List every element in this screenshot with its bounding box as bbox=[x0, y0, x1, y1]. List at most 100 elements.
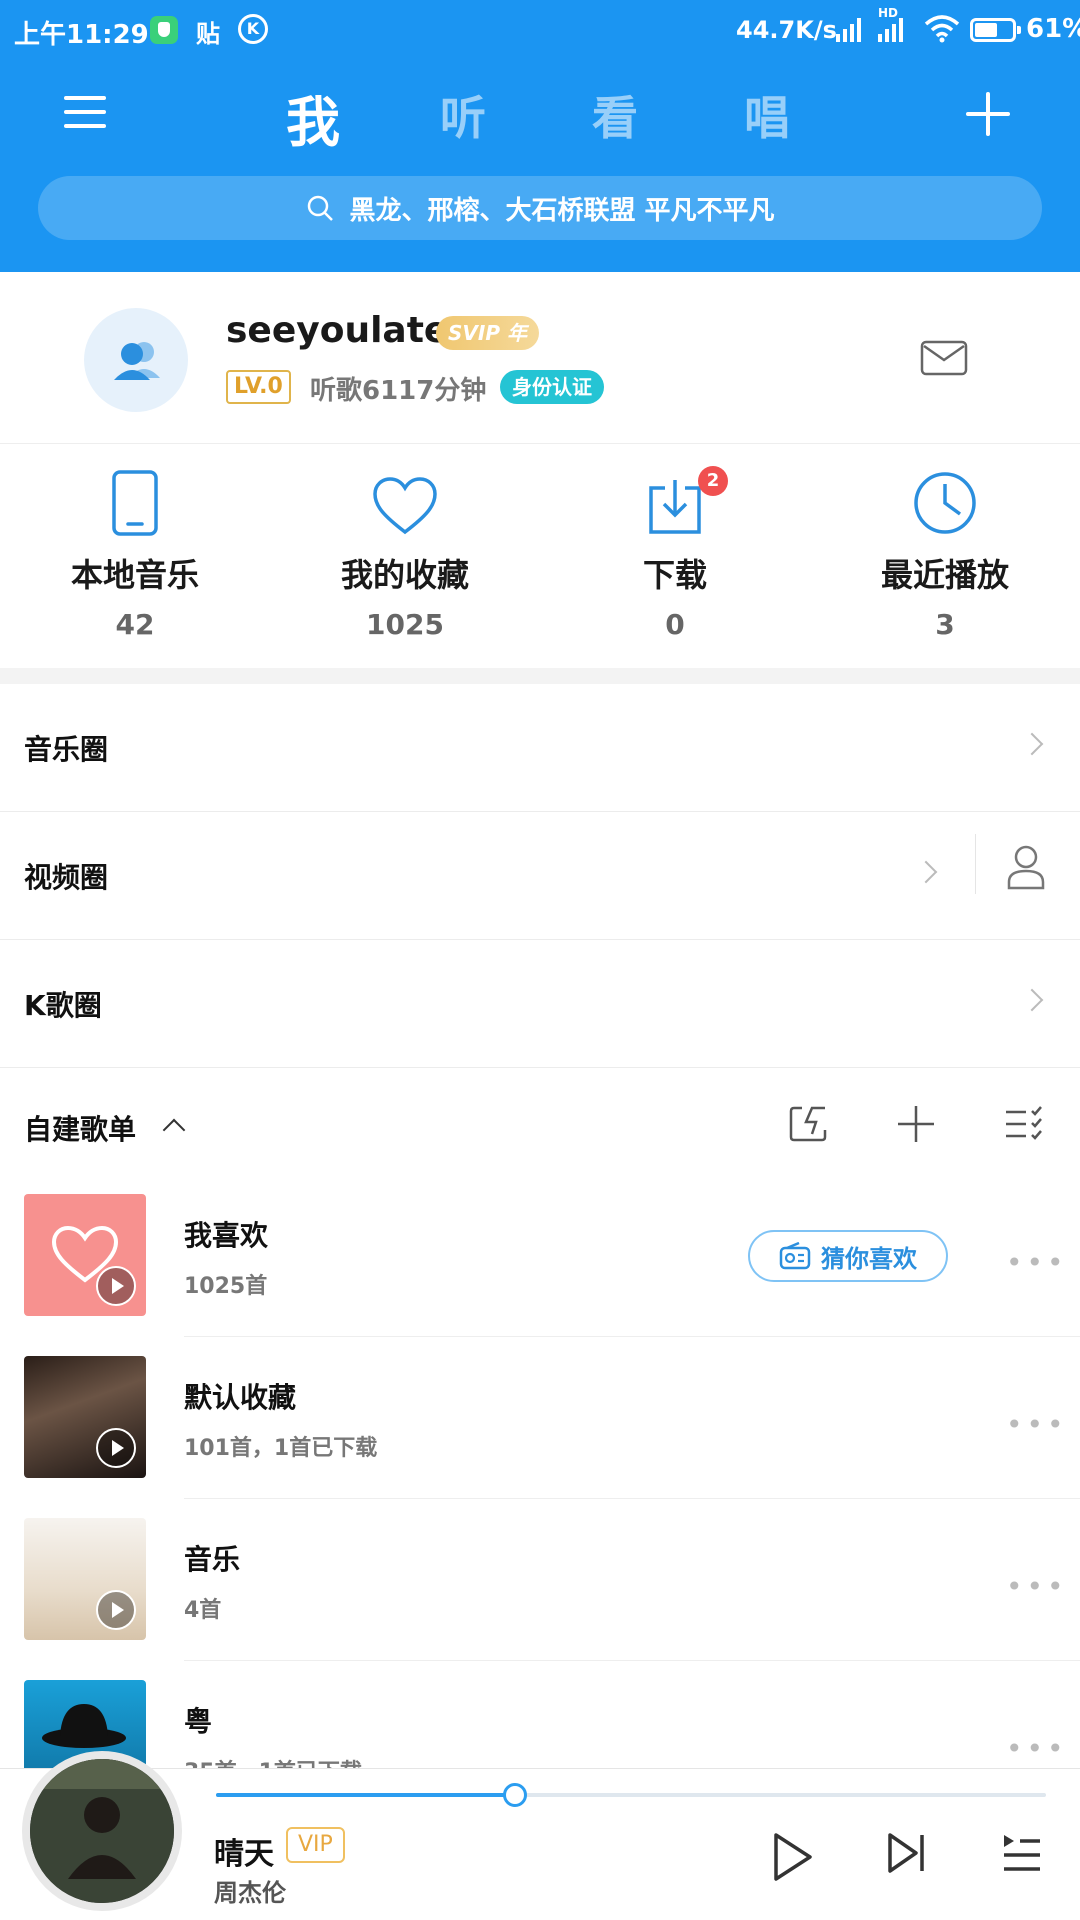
row-divider bbox=[184, 1336, 1080, 1337]
profile-card: seeyoulater SVIP 年 LV.0 听歌6117分钟 身份认证 本地… bbox=[0, 272, 1080, 668]
section-divider bbox=[0, 668, 1080, 684]
playlist-count: 1025首 bbox=[184, 1274, 268, 1299]
search-placeholder: 黑龙、邢榕、大石桥联盟 平凡不平凡 bbox=[349, 195, 775, 226]
chevron-right-icon bbox=[1020, 732, 1044, 756]
playlist-queue-icon[interactable] bbox=[1000, 1831, 1044, 1875]
person-icon[interactable] bbox=[1006, 844, 1046, 890]
add-icon[interactable] bbox=[966, 92, 1010, 136]
play-icon[interactable] bbox=[96, 1266, 136, 1306]
song-title: 晴天 bbox=[214, 1837, 274, 1872]
artist-name: 周杰伦 bbox=[214, 1879, 286, 1907]
stat-downloads[interactable]: 2 下载 0 bbox=[540, 456, 810, 641]
phone-icon bbox=[112, 470, 158, 536]
album-disc[interactable] bbox=[22, 1751, 182, 1911]
playlist-cover[interactable] bbox=[24, 1194, 146, 1316]
stat-label: 最近播放 bbox=[880, 556, 1009, 594]
mail-icon[interactable] bbox=[920, 338, 968, 378]
play-icon[interactable] bbox=[96, 1590, 136, 1630]
video-circle-row[interactable]: 视频圈 bbox=[0, 812, 1080, 940]
row-divider bbox=[184, 1498, 1080, 1499]
stat-count: 0 bbox=[665, 608, 685, 641]
stat-count: 3 bbox=[935, 608, 955, 641]
stat-count: 1025 bbox=[366, 608, 444, 641]
stat-label: 本地音乐 bbox=[70, 556, 199, 594]
status-time: 上午11:29 bbox=[14, 20, 149, 50]
playlist-count: 101首，1首已下载 bbox=[184, 1436, 378, 1461]
user-group-icon bbox=[114, 342, 160, 380]
next-icon[interactable] bbox=[886, 1831, 928, 1875]
more-icon[interactable]: ••• bbox=[1006, 1732, 1068, 1765]
playlist-name: 默认收藏 bbox=[184, 1381, 297, 1414]
svip-badge[interactable]: SVIP 年 bbox=[436, 316, 539, 350]
clock-icon bbox=[914, 472, 976, 534]
stat-local-music[interactable]: 本地音乐 42 bbox=[0, 456, 270, 641]
row-divider bbox=[184, 1660, 1080, 1661]
listen-time: 听歌6117分钟 bbox=[310, 376, 487, 406]
progress-knob[interactable] bbox=[502, 1783, 527, 1807]
vip-badge: VIP bbox=[286, 1827, 345, 1863]
manage-list-icon[interactable] bbox=[1004, 1104, 1044, 1144]
battery-icon bbox=[970, 18, 1021, 42]
k-circle-label: K歌圈 bbox=[24, 989, 102, 1022]
playlist-cover[interactable] bbox=[24, 1356, 146, 1478]
playlist-cover[interactable] bbox=[24, 1518, 146, 1640]
avatar[interactable] bbox=[84, 308, 188, 412]
music-circle-row[interactable]: 音乐圈 bbox=[0, 684, 1080, 812]
menu-icon[interactable] bbox=[64, 92, 110, 132]
wifi-icon bbox=[924, 15, 960, 43]
net-speed: 44.7K/s bbox=[736, 16, 837, 44]
username: seeyoulater bbox=[226, 310, 467, 351]
radio-icon bbox=[779, 1242, 811, 1270]
self-playlist-title[interactable]: 自建歌单 bbox=[24, 1108, 136, 1148]
chevron-right-icon bbox=[914, 860, 938, 884]
download-icon bbox=[649, 480, 701, 534]
tab-listen[interactable]: 听 bbox=[440, 82, 486, 148]
chevron-up-icon[interactable] bbox=[162, 1118, 186, 1142]
heart-icon bbox=[373, 477, 437, 535]
k-app-icon: K bbox=[238, 14, 268, 44]
play-icon[interactable] bbox=[770, 1831, 814, 1883]
play-icon[interactable] bbox=[96, 1428, 136, 1468]
video-circle-label: 视频圈 bbox=[24, 861, 109, 894]
stats-row: 本地音乐 42 我的收藏 1025 2 下载 0 最近播放 3 bbox=[0, 456, 1080, 656]
import-icon[interactable] bbox=[788, 1104, 828, 1144]
stat-label: 我的收藏 bbox=[340, 556, 469, 594]
more-icon[interactable]: ••• bbox=[1006, 1408, 1068, 1441]
playlist-item[interactable]: 默认收藏 101首，1首已下载 ••• bbox=[0, 1356, 1080, 1518]
tieba-app-icon: 贴 bbox=[196, 20, 220, 48]
playlist-name: 粤 bbox=[184, 1705, 213, 1738]
chevron-right-icon bbox=[1020, 988, 1044, 1012]
verify-badge[interactable]: 身份认证 bbox=[500, 370, 604, 404]
playlist-item[interactable]: 音乐 4首 ••• bbox=[0, 1518, 1080, 1680]
status-bar: 上午11:29 贴 K 44.7K/s HD 61% bbox=[0, 0, 1080, 60]
stat-count: 42 bbox=[115, 608, 155, 641]
level-badge[interactable]: LV.0 bbox=[226, 370, 291, 404]
shield-app-icon bbox=[150, 16, 178, 44]
k-circle-row[interactable]: K歌圈 bbox=[0, 940, 1080, 1068]
more-icon[interactable]: ••• bbox=[1006, 1570, 1068, 1603]
guess-label: 猜你喜欢 bbox=[821, 1244, 917, 1273]
progress-bar[interactable] bbox=[216, 1783, 1046, 1807]
download-badge: 2 bbox=[698, 466, 728, 496]
signal-hd-icon bbox=[878, 16, 903, 42]
progress-fill bbox=[216, 1793, 515, 1797]
album-art bbox=[30, 1759, 174, 1903]
tab-watch[interactable]: 看 bbox=[592, 82, 638, 148]
playlist-name: 我喜欢 bbox=[184, 1219, 269, 1252]
playlist-count: 4首 bbox=[184, 1598, 222, 1623]
tab-sing[interactable]: 唱 bbox=[744, 82, 790, 148]
guess-you-like-button[interactable]: 猜你喜欢 bbox=[748, 1230, 948, 1282]
more-icon[interactable]: ••• bbox=[1006, 1246, 1068, 1279]
stat-recent[interactable]: 最近播放 3 bbox=[810, 456, 1080, 641]
add-playlist-icon[interactable] bbox=[896, 1104, 936, 1144]
search-bar[interactable]: 黑龙、邢榕、大石桥联盟 平凡不平凡 bbox=[38, 176, 1042, 240]
stat-favorites[interactable]: 我的收藏 1025 bbox=[270, 456, 540, 641]
playlist-item[interactable]: 我喜欢 1025首 猜你喜欢 ••• bbox=[0, 1194, 1080, 1356]
search-icon bbox=[308, 195, 334, 221]
app-header: 上午11:29 贴 K 44.7K/s HD 61% 我 听 看 唱 黑龙、邢榕 bbox=[0, 0, 1080, 272]
tab-me[interactable]: 我 bbox=[286, 78, 340, 157]
playlist-name: 音乐 bbox=[184, 1543, 241, 1576]
mini-player[interactable]: 晴天 VIP 周杰伦 bbox=[0, 1751, 1080, 1920]
battery-percent: 61% bbox=[1026, 14, 1080, 44]
profile-row[interactable]: seeyoulater SVIP 年 LV.0 听歌6117分钟 身份认证 bbox=[0, 272, 1080, 444]
